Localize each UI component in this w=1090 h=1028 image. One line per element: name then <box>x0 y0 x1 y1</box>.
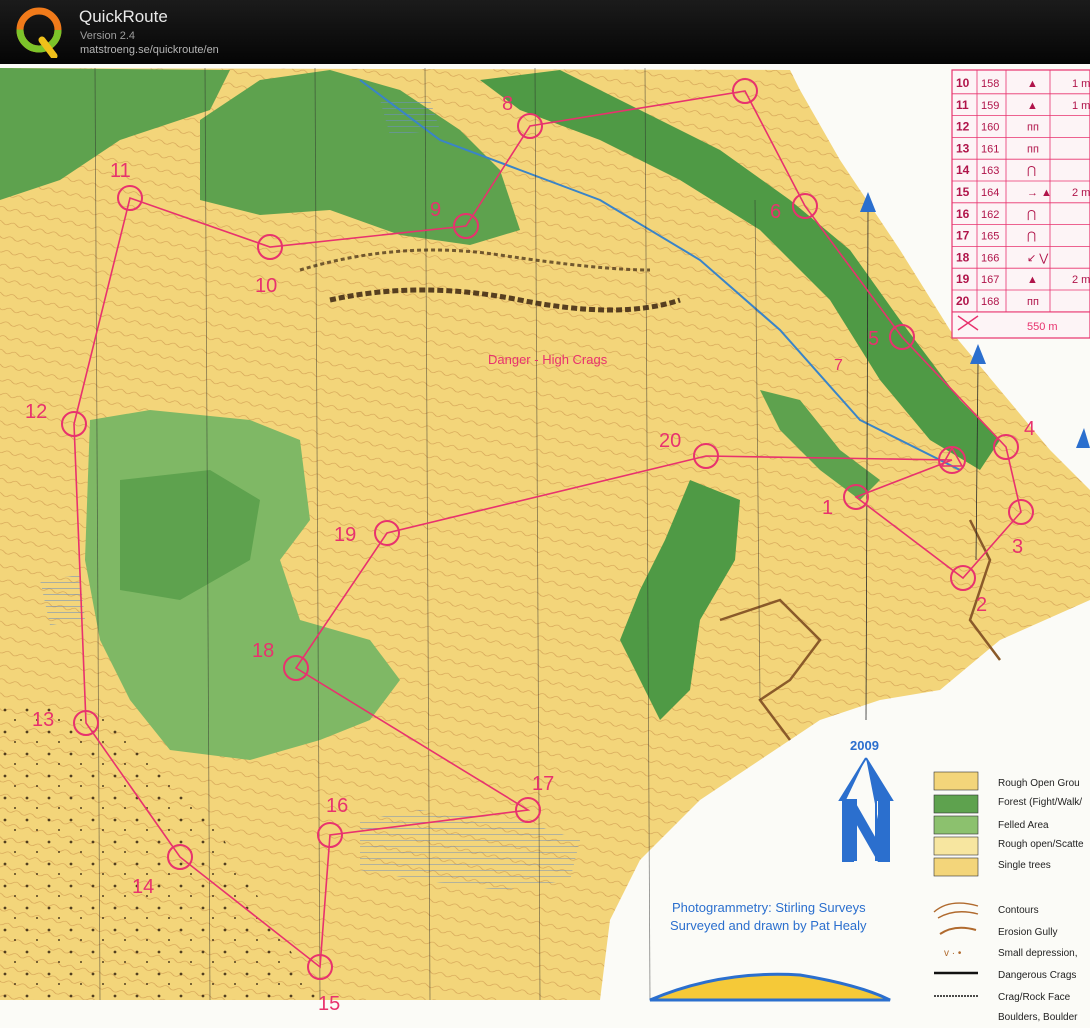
legend-item-label: Dangerous Crags <box>998 970 1076 981</box>
table-cell-code: 158 <box>981 78 999 90</box>
table-cell-extra: 2 m <box>1072 274 1090 286</box>
table-cell-code: 160 <box>981 122 999 134</box>
orienteering-map[interactable]: 1 2 3 4 5 6 7 8 9 10 11 12 13 14 15 16 1… <box>0 64 1090 1028</box>
table-cell-code: 163 <box>981 165 999 177</box>
table-cell-clue: → ▲ <box>1027 187 1052 199</box>
legend-item-label: Erosion Gully <box>998 927 1057 938</box>
control-label-18: 18 <box>252 640 274 662</box>
quickroute-logo-icon <box>16 7 62 58</box>
control-label-8: 8 <box>502 93 513 115</box>
table-cell-number: 15 <box>956 185 970 199</box>
table-cell-number: 18 <box>956 250 970 264</box>
legend-item-label: Rough Open Grou <box>998 778 1080 789</box>
title-bar: QuickRoute Version 2.4 matstroeng.se/qui… <box>0 0 1090 64</box>
table-cell-code: 159 <box>981 100 999 112</box>
table-cell-clue: ᴨᴨ <box>1027 122 1039 134</box>
table-cell-clue: ᴨᴨ <box>1027 143 1039 155</box>
table-cell-clue: ▲ <box>1027 100 1038 112</box>
control-label-7: 7 <box>834 357 843 374</box>
control-label-15: 15 <box>318 993 340 1015</box>
control-label-1: 1 <box>822 497 833 519</box>
control-label-4: 4 <box>1024 418 1035 440</box>
control-label-3: 3 <box>1012 536 1023 558</box>
table-cell-code: 165 <box>981 231 999 243</box>
control-label-17: 17 <box>532 773 554 795</box>
legend-item-label: Small depression, <box>998 948 1077 959</box>
control-label-19: 19 <box>334 524 356 546</box>
table-cell-number: 10 <box>956 76 970 90</box>
control-label-14: 14 <box>132 876 154 898</box>
control-label-16: 16 <box>326 795 348 817</box>
table-cell-number: 14 <box>956 163 970 177</box>
legend-item-label: Felled Area <box>998 820 1049 831</box>
table-cell-number: 19 <box>956 272 970 286</box>
app-title: QuickRoute <box>79 7 168 26</box>
legend-item-label: Contours <box>998 905 1039 916</box>
legend-item-label: Rough open/Scatte <box>998 839 1084 850</box>
table-cell-clue: ▲ <box>1027 274 1038 286</box>
control-label-2: 2 <box>976 594 987 616</box>
table-cell-extra: 1 m <box>1072 78 1090 90</box>
table-cell-code: 161 <box>981 143 999 155</box>
table-cell-code: 162 <box>981 209 999 221</box>
table-cell-extra: 2 m <box>1072 187 1090 199</box>
table-cell-number: 11 <box>956 98 969 112</box>
control-description-table: 10 158 ▲ 1 m 11 159 ▲ 1 m 12 160 ᴨᴨ 13 161 ᴨᴨ 14 163 ⋂ 15… <box>951 69 1090 339</box>
table-cell-clue: ⋂ <box>1027 165 1036 177</box>
table-cell-code: 168 <box>981 296 999 308</box>
svg-text:v · •: v · • <box>944 948 962 959</box>
control-label-20: 20 <box>659 430 681 452</box>
table-cell-code: 167 <box>981 274 999 286</box>
table-cell-clue: ▲ <box>1027 78 1038 90</box>
table-cell-number: 13 <box>956 141 970 155</box>
survey-credit: Surveyed and drawn by Pat Healy <box>670 918 867 933</box>
photogrammetry-credit: Photogrammetry: Stirling Surveys <box>672 900 866 915</box>
table-cell-number: 17 <box>956 229 970 243</box>
legend-item-label: Single trees <box>998 860 1051 871</box>
control-label-13: 13 <box>32 709 54 731</box>
finish-distance: 550 m <box>1027 321 1058 333</box>
table-cell-clue: ↙ ⋁ <box>1027 252 1049 264</box>
table-cell-clue: ᴨᴨ <box>1027 296 1039 308</box>
control-label-5: 5 <box>868 328 879 350</box>
legend-item-label: Forest (Fight/Walk/ <box>998 797 1082 808</box>
danger-label: Danger - High Crags <box>488 352 608 367</box>
table-cell-extra: 1 m <box>1072 100 1090 112</box>
table-cell-code: 166 <box>981 252 999 264</box>
control-label-6: 6 <box>770 201 781 223</box>
north-year: 2009 <box>850 738 879 753</box>
table-cell-number: 16 <box>956 207 970 221</box>
app-version: Version 2.4 <box>80 30 136 42</box>
control-label-11: 11 <box>110 160 131 182</box>
table-cell-clue: ⋂ <box>1027 231 1036 243</box>
table-cell-code: 164 <box>981 187 999 199</box>
control-label-12: 12 <box>25 401 47 423</box>
app-url: matstroeng.se/quickroute/en <box>80 44 219 56</box>
legend-item-label: Boulders, Boulder <box>998 1012 1078 1023</box>
table-cell-clue: ⋂ <box>1027 209 1036 221</box>
table-cell-number: 20 <box>956 294 970 308</box>
control-label-9: 9 <box>430 199 441 221</box>
control-label-10: 10 <box>255 275 277 297</box>
table-cell-number: 12 <box>956 120 970 134</box>
legend-item-label: Crag/Rock Face <box>998 992 1071 1003</box>
